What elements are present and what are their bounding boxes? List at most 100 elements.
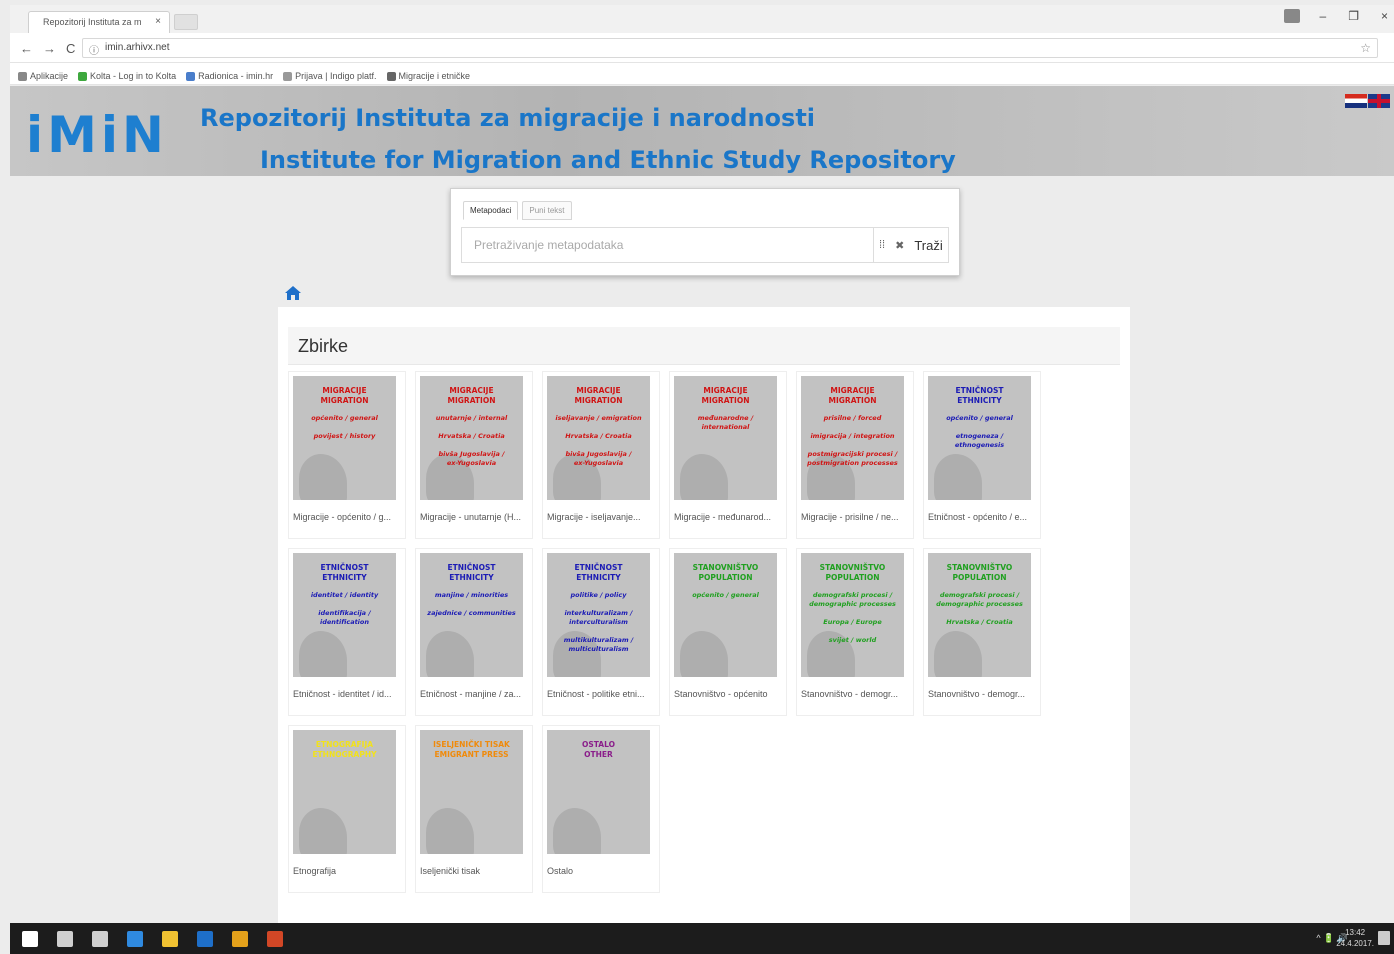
collection-card[interactable]: MIGRACIJE MIGRATION međunarodne / interna… — [669, 371, 787, 539]
collection-card[interactable]: ETNIČNOST ETHNICITY manjine / minorities … — [415, 548, 533, 716]
thumbnail-subtitle: unutarnje / internal Hrvatska / Croatia … — [435, 414, 508, 467]
window-controls: – ❐ × — [1320, 9, 1388, 23]
collection-card[interactable]: ETNIČNOST ETHNICITY politike / policy int… — [542, 548, 660, 716]
task-view-icon[interactable] — [92, 931, 108, 947]
clock[interactable]: 13:42 24.4.2017. — [1336, 927, 1374, 949]
collection-card[interactable]: OSTALO OTHER Ostalo — [542, 725, 660, 893]
close-window-button[interactable]: × — [1381, 9, 1388, 23]
collection-card[interactable]: ETNIČNOST ETHNICITY općenito / general et… — [923, 371, 1041, 539]
search-options-icon[interactable]: ⁞⁞ — [874, 239, 890, 251]
edge-icon[interactable] — [127, 931, 143, 947]
site-title-hr: Repozitorij Instituta za migracije i nar… — [200, 104, 816, 132]
info-icon[interactable]: ⓘ — [89, 42, 99, 57]
collection-caption[interactable]: Migracije - općenito / g... — [293, 512, 397, 522]
collection-caption[interactable]: Migracije - unutarnje (H... — [420, 512, 524, 522]
collection-thumbnail[interactable]: MIGRACIJE MIGRATION iseljavanje / emigrat… — [547, 376, 650, 500]
thumbnail-title: STANOVNIŠTVO POPULATION — [692, 563, 759, 582]
croatian-flag-icon[interactable] — [1345, 94, 1367, 108]
collection-caption[interactable]: Etničnost - manjine / za... — [420, 689, 524, 699]
bookmark-item[interactable]: Aplikacije — [18, 68, 68, 84]
bookmark-icon — [78, 71, 88, 81]
collection-caption[interactable]: Etnografija — [293, 866, 397, 876]
collection-thumbnail[interactable]: MIGRACIJE MIGRATION općenito / general po… — [293, 376, 396, 500]
collection-caption[interactable]: Migracije - prisilne / ne... — [801, 512, 905, 522]
collection-caption[interactable]: Migracije - međunarod... — [674, 512, 778, 522]
collection-thumbnail[interactable]: ISELJENIČKI TISAK EMIGRANT PRESS — [420, 730, 523, 854]
outlook-icon[interactable] — [197, 931, 213, 947]
windows-taskbar: ^ 🔋 🔊 13:42 24.4.2017. — [10, 923, 1394, 954]
thumbnail-subtitle: općenito / general povijest / history — [311, 414, 378, 440]
maximize-button[interactable]: ❐ — [1348, 9, 1359, 23]
collection-caption[interactable]: Stanovništvo - demogr... — [801, 689, 905, 699]
collections-title: Zbirke — [298, 336, 349, 356]
collection-thumbnail[interactable]: MIGRACIJE MIGRATION prisilne / forced imi… — [801, 376, 904, 500]
collection-card[interactable]: MIGRACIJE MIGRATION općenito / general po… — [288, 371, 406, 539]
collection-caption[interactable]: Iseljenički tisak — [420, 866, 524, 876]
explorer-icon[interactable] — [162, 931, 178, 947]
collection-caption[interactable]: Etničnost - politike etni... — [547, 689, 651, 699]
collection-card[interactable]: MIGRACIJE MIGRATION iseljavanje / emigrat… — [542, 371, 660, 539]
site-header: iMiN Repozitorij Instituta za migracije … — [10, 86, 1394, 176]
tab-title: Repozitorij Instituta za m — [43, 17, 142, 27]
site-title-en: Institute for Migration and Ethnic Study… — [260, 146, 956, 174]
collection-thumbnail[interactable]: ETNIČNOST ETHNICITY općenito / general et… — [928, 376, 1031, 500]
language-switcher — [1345, 94, 1390, 108]
search-button[interactable]: Traži — [909, 238, 947, 253]
collection-thumbnail[interactable]: MIGRACIJE MIGRATION međunarodne / interna… — [674, 376, 777, 500]
powerpoint-icon[interactable] — [267, 931, 283, 947]
imin-logo[interactable]: iMiN — [26, 106, 168, 164]
collection-caption[interactable]: Etničnost - općenito / e... — [928, 512, 1032, 522]
notification-icon[interactable] — [1378, 931, 1390, 945]
minimize-button[interactable]: – — [1320, 9, 1327, 23]
address-bar[interactable]: ⓘ imin.arhivx.net ☆ — [82, 38, 1378, 58]
collection-thumbnail[interactable]: ETNOGRAFIJA ETHNOGRAPHY — [293, 730, 396, 854]
bookmark-item[interactable]: Radionica - imin.hr — [186, 68, 273, 84]
search-input[interactable]: Pretraživanje metapodataka — [461, 227, 873, 263]
collection-card[interactable]: ETNIČNOST ETHNICITY identitet / identity … — [288, 548, 406, 716]
tab-full-text[interactable]: Puni tekst — [522, 201, 572, 220]
bookmark-item[interactable]: Kolta - Log in to Kolta — [78, 68, 176, 84]
thumbnail-title: MIGRACIJE MIGRATION — [828, 386, 877, 405]
collection-card[interactable]: STANOVNIŠTVO POPULATION demografski proce… — [796, 548, 914, 716]
bookmark-star-icon[interactable]: ☆ — [1360, 41, 1371, 55]
thumbnail-title: MIGRACIJE MIGRATION — [320, 386, 369, 405]
collection-card[interactable]: STANOVNIŠTVO POPULATION općenito / genera… — [669, 548, 787, 716]
collection-caption[interactable]: Stanovništvo - općenito — [674, 689, 778, 699]
collection-caption[interactable]: Ostalo — [547, 866, 651, 876]
tab-metadata[interactable]: Metapodaci — [463, 201, 519, 220]
back-icon[interactable]: ← — [20, 41, 33, 56]
collection-card[interactable]: ISELJENIČKI TISAK EMIGRANT PRESS Iseljeni… — [415, 725, 533, 893]
clear-search-icon[interactable]: ✖ — [890, 239, 909, 252]
bookmark-item[interactable]: Migracije i etničke — [386, 68, 471, 84]
windows-icon[interactable] — [22, 931, 38, 947]
collection-card[interactable]: MIGRACIJE MIGRATION prisilne / forced imi… — [796, 371, 914, 539]
forward-icon[interactable]: → — [43, 41, 56, 56]
search-icon[interactable] — [57, 931, 73, 947]
thumbnail-subtitle: politike / policy interkulturalizam / in… — [563, 591, 634, 653]
bookmark-item[interactable]: Prijava | Indigo platf. — [283, 68, 377, 84]
collection-thumbnail[interactable]: STANOVNIŠTVO POPULATION demografski proce… — [928, 553, 1031, 677]
collection-card[interactable]: STANOVNIŠTVO POPULATION demografski proce… — [923, 548, 1041, 716]
collection-caption[interactable]: Stanovništvo - demogr... — [928, 689, 1032, 699]
collection-card[interactable]: ETNOGRAFIJA ETHNOGRAPHY Etnografija — [288, 725, 406, 893]
collection-caption[interactable]: Migracije - iseljavanje... — [547, 512, 651, 522]
collection-thumbnail[interactable]: ETNIČNOST ETHNICITY politike / policy int… — [547, 553, 650, 677]
collection-thumbnail[interactable]: ETNIČNOST ETHNICITY identitet / identity … — [293, 553, 396, 677]
reload-icon[interactable]: C — [66, 41, 75, 56]
new-tab-button[interactable] — [174, 14, 198, 30]
collection-thumbnail[interactable]: STANOVNIŠTVO POPULATION općenito / genera… — [674, 553, 777, 677]
english-flag-icon[interactable] — [1368, 94, 1390, 108]
chrome-icon[interactable] — [232, 931, 248, 947]
home-icon[interactable] — [284, 284, 302, 302]
collection-thumbnail[interactable]: ETNIČNOST ETHNICITY manjine / minorities … — [420, 553, 523, 677]
thumbnail-subtitle: međunarodne / international — [697, 414, 754, 431]
collection-thumbnail[interactable]: MIGRACIJE MIGRATION unutarnje / internal … — [420, 376, 523, 500]
collection-card[interactable]: MIGRACIJE MIGRATION unutarnje / internal … — [415, 371, 533, 539]
collection-thumbnail[interactable]: OSTALO OTHER — [547, 730, 650, 854]
collection-caption[interactable]: Etničnost - identitet / id... — [293, 689, 397, 699]
tab-close-icon[interactable]: × — [155, 16, 161, 27]
collection-thumbnail[interactable]: STANOVNIŠTVO POPULATION demografski proce… — [801, 553, 904, 677]
profile-icon[interactable] — [1284, 9, 1300, 23]
bookmark-label: Migracije i etničke — [398, 71, 471, 81]
browser-tab[interactable]: Repozitorij Instituta za m × — [28, 11, 170, 33]
